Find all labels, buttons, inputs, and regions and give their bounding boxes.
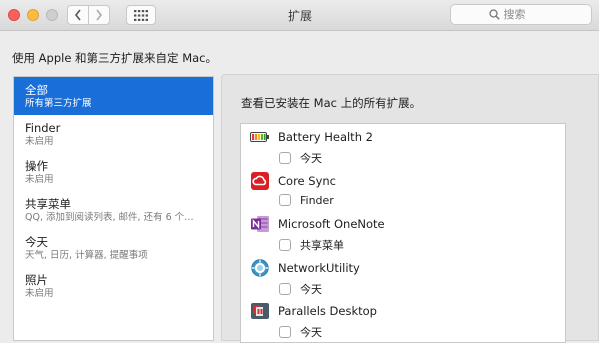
sidebar-item-photos[interactable]: 照片 未启用 [14, 267, 213, 305]
sidebar-item-share-menu[interactable]: 共享菜单 QQ, 添加到阅读列表, 邮件, 还有 6 个… [14, 191, 213, 229]
sidebar-item-title: Finder [25, 121, 61, 135]
creative-cloud-icon [251, 171, 269, 190]
extensions-list[interactable]: Battery Health 2 今天 Core Sync Finder Mic… [240, 123, 566, 343]
sidebar-item-subtitle: 未启用 [25, 174, 54, 185]
extension-name: Parallels Desktop [278, 304, 377, 318]
zoom-window-button[interactable] [46, 9, 58, 21]
sidebar-item-finder[interactable]: Finder 未启用 [14, 115, 213, 153]
description-text: 使用 Apple 和第三方扩展来自定 Mac。 [12, 51, 217, 65]
list-item: NetworkUtility 今天 [241, 255, 565, 299]
sidebar-item-title: 操作 [25, 159, 48, 173]
extension-checkbox[interactable] [279, 152, 291, 164]
sidebar-item-all[interactable]: 全部 所有第三方扩展 [14, 77, 213, 115]
extension-checkbox[interactable] [279, 326, 291, 338]
sidebar-item-title: 今天 [25, 235, 48, 249]
window-title: 扩展 [287, 9, 312, 23]
extension-option-label: 今天 [300, 326, 322, 339]
onenote-icon [251, 216, 269, 232]
minimize-window-button[interactable] [27, 9, 39, 21]
sidebar-item-subtitle: 未启用 [25, 136, 54, 147]
search-input[interactable] [503, 8, 554, 21]
sidebar-item-title: 照片 [25, 273, 48, 287]
category-sidebar: 全部 所有第三方扩展 Finder 未启用 操作 未启用 共享菜单 QQ, 添加… [13, 76, 214, 341]
extension-option-label: Finder [300, 193, 334, 207]
sidebar-item-title: 全部 [25, 83, 48, 97]
title-bar: 扩展 [0, 0, 599, 31]
network-utility-icon [251, 258, 269, 277]
list-item: Battery Health 2 今天 [241, 124, 565, 168]
extension-name: NetworkUtility [278, 260, 360, 275]
sidebar-item-subtitle: QQ, 添加到阅读列表, 邮件, 还有 6 个… [25, 212, 194, 223]
extension-option-label: 今天 [300, 152, 322, 165]
parallels-icon [251, 303, 269, 319]
extension-option-label: 共享菜单 [300, 239, 344, 252]
chevron-right-icon [96, 9, 103, 21]
list-item: Microsoft OneNote 共享菜单 [241, 211, 565, 255]
sidebar-item-subtitle: 未启用 [25, 288, 54, 299]
search-field[interactable] [450, 4, 592, 25]
extension-name: Battery Health 2 [278, 130, 373, 144]
extension-option[interactable]: 共享菜单 [279, 237, 344, 253]
extension-checkbox[interactable] [279, 194, 291, 206]
extension-checkbox[interactable] [279, 239, 291, 251]
panel-heading: 查看已安装在 Mac 上的所有扩展。 [241, 96, 422, 110]
chevron-left-icon [74, 9, 81, 21]
extensions-panel: 查看已安装在 Mac 上的所有扩展。 Battery Health 2 今天 C… [221, 74, 599, 343]
sidebar-item-subtitle: 所有第三方扩展 [25, 98, 92, 109]
sidebar-item-actions[interactable]: 操作 未启用 [14, 153, 213, 191]
extension-name: Microsoft OneNote [278, 217, 385, 231]
show-all-button[interactable] [126, 5, 156, 25]
extension-option[interactable]: 今天 [279, 150, 322, 166]
extension-option[interactable]: 今天 [279, 281, 322, 297]
list-item: Parallels Desktop 今天 [241, 298, 565, 342]
close-window-button[interactable] [8, 9, 20, 21]
search-icon [488, 9, 500, 20]
extension-name: Core Sync [278, 173, 336, 188]
grid-icon [134, 9, 148, 21]
sidebar-item-title: 共享菜单 [25, 197, 71, 211]
extension-option[interactable]: 今天 [279, 324, 322, 340]
extension-option[interactable]: Finder [279, 194, 334, 207]
sidebar-item-today[interactable]: 今天 天气, 日历, 计算器, 提醒事项 [14, 229, 213, 267]
list-item: Core Sync Finder [241, 168, 565, 212]
extension-option-label: 今天 [300, 282, 322, 296]
battery-icon [250, 132, 269, 142]
sidebar-item-subtitle: 天气, 日历, 计算器, 提醒事项 [25, 250, 148, 261]
extension-checkbox[interactable] [279, 282, 291, 295]
back-button[interactable] [67, 5, 89, 25]
forward-button[interactable] [88, 5, 110, 25]
